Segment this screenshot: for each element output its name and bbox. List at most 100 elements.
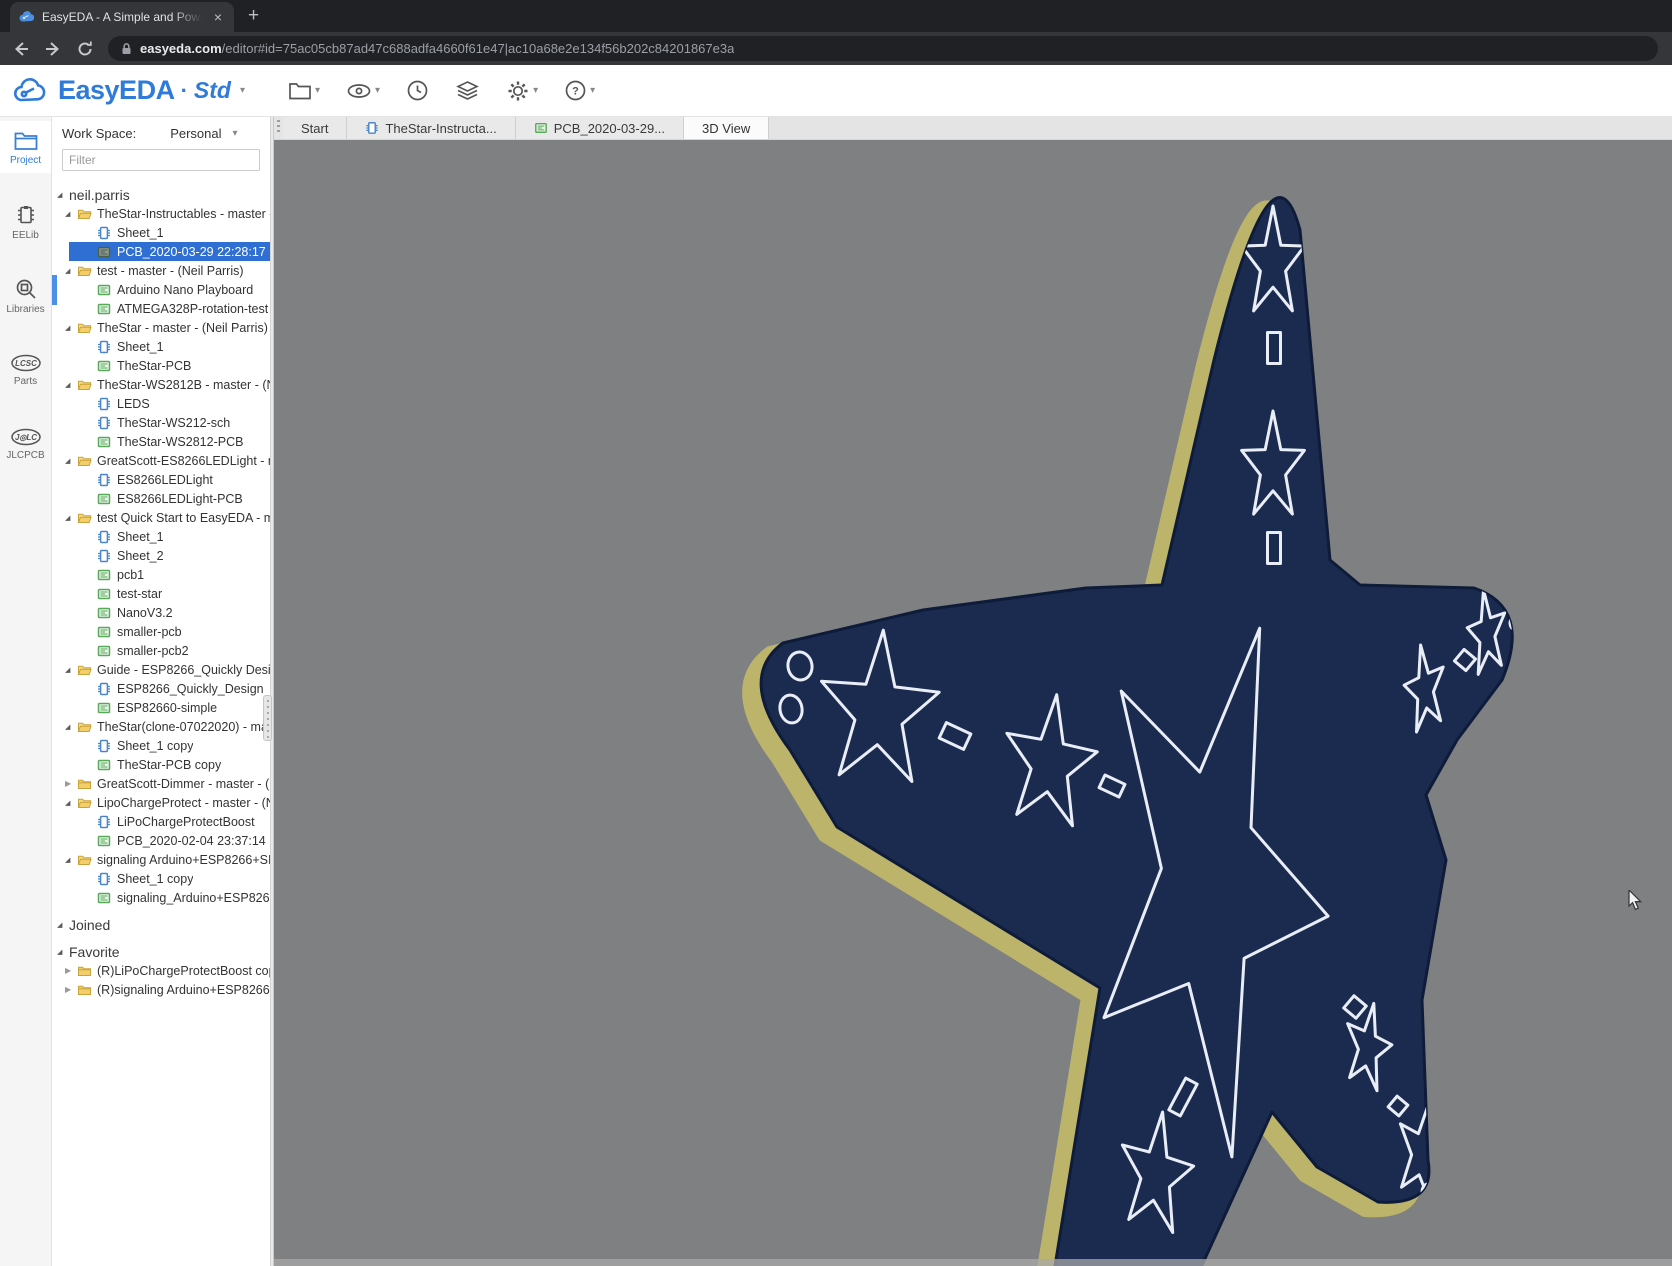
tree-item[interactable]: ◢TheStar(clone-07022020) - master (52, 717, 270, 736)
tree-item[interactable]: ◢signaling Arduino+ESP8266+SIM8 (52, 850, 270, 869)
tree-item[interactable]: ◢test - master - (Neil Parris) (52, 261, 270, 280)
tree-item[interactable]: signaling_Arduino+ESP8266+SIM (52, 888, 270, 907)
expanded-arrow-icon[interactable]: ◢ (65, 799, 77, 807)
viewport-3d[interactable] (274, 140, 1672, 1266)
folder-icon (77, 321, 93, 335)
expanded-arrow-icon[interactable]: ◢ (65, 666, 77, 674)
project-panel: Work Space: Personal ▾ ◢neil.parris◢TheS… (52, 117, 270, 1266)
collapsed-arrow-icon[interactable]: ▶ (65, 966, 77, 975)
folder-icon (77, 720, 93, 734)
rail-item-libraries[interactable]: Libraries (0, 269, 51, 321)
collapsed-arrow-icon[interactable]: ▶ (65, 985, 77, 994)
tree-item[interactable]: ◢LipoChargeProtect - master - (Neil (52, 793, 270, 812)
tree-item[interactable]: ◢TheStar - master - (Neil Parris) (52, 318, 270, 337)
tree-item[interactable]: LiPoChargeProtectBoost (52, 812, 270, 831)
tree-item[interactable]: TheStar-PCB (52, 356, 270, 375)
folder-button[interactable]: ▾ (288, 80, 320, 102)
tree-item[interactable]: Sheet_1 (52, 337, 270, 356)
tree-root-item[interactable]: ◢Favorite (52, 942, 270, 961)
silkscreen-circle (1253, 166, 1281, 197)
tree-item[interactable]: smaller-pcb (52, 622, 270, 641)
expanded-arrow-icon[interactable]: ◢ (65, 723, 77, 731)
layers-button[interactable] (455, 79, 480, 103)
tree-item[interactable]: Sheet_1 (52, 223, 270, 242)
workspace-caret-icon[interactable]: ▾ (233, 128, 238, 139)
easyeda-logo[interactable]: EasyEDA · Std ▾ (12, 75, 262, 106)
forward-icon[interactable] (40, 36, 66, 62)
tree-item[interactable]: ▶(R)LiPoChargeProtectBoost copy - (52, 961, 270, 980)
expanded-arrow-icon[interactable]: ◢ (65, 210, 77, 218)
rail-item-parts[interactable]: LCSCParts (0, 343, 51, 395)
expanded-arrow-icon[interactable]: ◢ (65, 381, 77, 389)
tree-item[interactable]: NanoV3.2 (52, 603, 270, 622)
editor-area: StartTheStar-Instructa...PCB_2020-03-29.… (274, 117, 1672, 1266)
expanded-arrow-icon[interactable]: ◢ (65, 267, 77, 275)
expanded-arrow-icon[interactable]: ◢ (65, 457, 77, 465)
tree-item[interactable]: ES8266LEDLight (52, 470, 270, 489)
tree-item[interactable]: ◢TheStar-WS2812B - master - (Neil (52, 375, 270, 394)
tree-item[interactable]: ESP82660-simple (52, 698, 270, 717)
tree-item[interactable]: ATMEGA328P-rotation-test (52, 299, 270, 318)
rail-item-eelib[interactable]: EELib (0, 195, 51, 247)
filter-input[interactable] (62, 149, 260, 171)
editor-tab-thestar-instructa-[interactable]: TheStar-Instructa... (347, 117, 515, 139)
viewport-bottom-scrollbar[interactable] (274, 1259, 1672, 1266)
tree-item[interactable]: ◢Guide - ESP8266_Quickly Design - (52, 660, 270, 679)
pcb-icon (97, 644, 113, 658)
tree-item[interactable]: PCB_2020-03-29 22:28:17 (52, 242, 270, 261)
tree-item[interactable]: smaller-pcb2 (52, 641, 270, 660)
tree-item[interactable]: LEDS (52, 394, 270, 413)
expanded-arrow-icon[interactable]: ◢ (57, 921, 69, 929)
collapsed-arrow-icon[interactable]: ▶ (65, 779, 77, 788)
tree-item[interactable]: Arduino Nano Playboard (52, 280, 270, 299)
tree-item[interactable]: ◢TheStar-Instructables - master - (Neil (52, 204, 270, 223)
tree-item[interactable]: pcb1 (52, 565, 270, 584)
back-icon[interactable] (8, 36, 34, 62)
tree-item[interactable]: Sheet_1 copy (52, 869, 270, 888)
history-button[interactable] (406, 79, 429, 102)
workspace-select[interactable]: Personal (170, 126, 221, 141)
brand-caret-icon[interactable]: ▾ (240, 85, 245, 96)
tree-item[interactable]: PCB_2020-02-04 23:37:14 (52, 831, 270, 850)
reload-icon[interactable] (72, 36, 98, 62)
tree-item[interactable]: Sheet_2 (52, 546, 270, 565)
silkscreen-circle (1442, 1164, 1452, 1178)
new-tab-button[interactable]: + (248, 5, 259, 27)
tree-item[interactable]: TheStar-PCB copy (52, 755, 270, 774)
panel-collapse-handle[interactable] (263, 695, 272, 741)
tree-item[interactable]: ▶(R)signaling Arduino+ESP8266+SI (52, 980, 270, 999)
tree-item[interactable]: TheStar-WS212-sch (52, 413, 270, 432)
tree-item[interactable]: TheStar-WS2812-PCB (52, 432, 270, 451)
tree-item[interactable]: test-star (52, 584, 270, 603)
tree-item[interactable]: ◢GreatScott-ES8266LEDLight - mas (52, 451, 270, 470)
svg-text:?: ? (572, 86, 579, 98)
tree-root-item[interactable]: ◢Joined (52, 915, 270, 934)
tree-item[interactable]: Sheet_1 (52, 527, 270, 546)
editor-tab-start[interactable]: Start (283, 117, 347, 139)
help-button[interactable]: ?▾ (564, 79, 595, 102)
settings-button[interactable]: ▾ (506, 79, 538, 103)
browser-tab[interactable]: EasyEDA - A Simple and Powerful × (10, 2, 234, 32)
expanded-arrow-icon[interactable]: ◢ (65, 514, 77, 522)
editor-tab-pcb-2020-03-29-[interactable]: PCB_2020-03-29... (516, 117, 684, 139)
tree-item[interactable]: ◢test Quick Start to EasyEDA - mast (52, 508, 270, 527)
rail-item-project[interactable]: Project (0, 121, 51, 173)
tree-item[interactable]: ES8266LEDLight-PCB (52, 489, 270, 508)
eye-button[interactable]: ▾ (346, 80, 380, 102)
expanded-arrow-icon[interactable]: ◢ (65, 856, 77, 864)
pcb-icon (97, 606, 113, 620)
tab-close-icon[interactable]: × (210, 9, 226, 25)
pcb-icon (97, 435, 113, 449)
tree-root-item[interactable]: ◢neil.parris (52, 185, 270, 204)
pcb-3d-render[interactable] (274, 140, 1672, 1266)
editor-tab-3d-view[interactable]: 3D View (684, 117, 769, 139)
expanded-arrow-icon[interactable]: ◢ (57, 948, 69, 956)
tabbar-grip-icon[interactable] (274, 117, 283, 139)
tree-item[interactable]: ESP8266_Quickly_Design (52, 679, 270, 698)
tree-item[interactable]: Sheet_1 copy (52, 736, 270, 755)
expanded-arrow-icon[interactable]: ◢ (57, 191, 69, 199)
expanded-arrow-icon[interactable]: ◢ (65, 324, 77, 332)
rail-item-jlcpcb[interactable]: J◎LCJLCPCB (0, 417, 51, 469)
url-bar[interactable]: easyeda.com/editor#id=75ac05cb87ad47c688… (108, 36, 1658, 61)
tree-item[interactable]: ▶GreatScott-Dimmer - master - (Neil (52, 774, 270, 793)
